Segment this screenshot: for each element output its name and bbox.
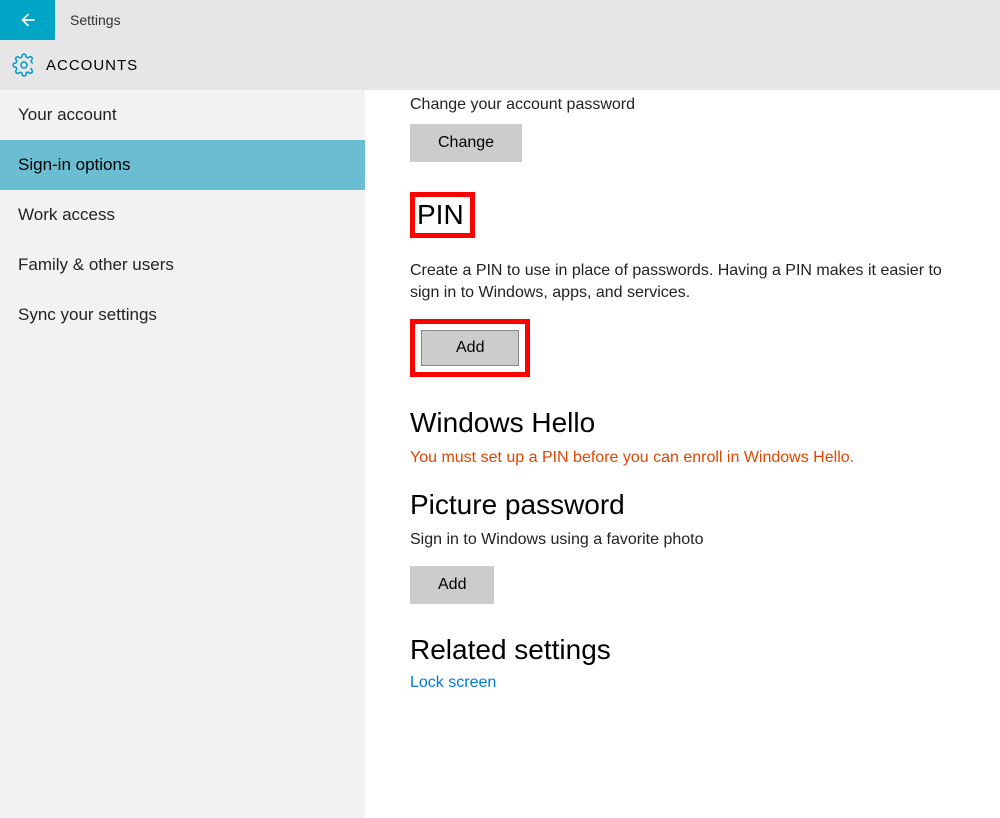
sidebar-item-label: Your account (18, 105, 117, 124)
back-button[interactable] (0, 0, 55, 40)
section-title: ACCOUNTS (46, 57, 138, 74)
related-settings-section: Related settings Lock screen (410, 634, 975, 692)
sidebar-item-family-other-users[interactable]: Family & other users (0, 240, 365, 290)
sidebar-item-sign-in-options[interactable]: Sign-in options (0, 140, 365, 190)
pin-button-highlight: Add (410, 319, 530, 377)
add-picture-password-button[interactable]: Add (410, 566, 494, 604)
header: Settings ACCOUNTS (0, 0, 1000, 90)
picture-password-desc: Sign in to Windows using a favorite phot… (410, 529, 975, 551)
lock-screen-link[interactable]: Lock screen (410, 674, 496, 692)
add-pin-button[interactable]: Add (421, 330, 519, 366)
window-title: Settings (70, 12, 121, 28)
sidebar-item-label: Work access (18, 205, 115, 224)
sidebar-item-label: Sign-in options (18, 155, 130, 174)
picture-password-heading: Picture password (410, 489, 975, 521)
sidebar-item-work-access[interactable]: Work access (0, 190, 365, 240)
password-desc: Change your account password (410, 96, 975, 114)
password-section: Change your account password Change (410, 96, 975, 162)
sidebar-item-sync-settings[interactable]: Sync your settings (0, 290, 365, 340)
hello-warning: You must set up a PIN before you can enr… (410, 447, 975, 469)
hello-section: Windows Hello You must set up a PIN befo… (410, 407, 975, 469)
header-top: Settings (0, 0, 1000, 40)
hello-heading: Windows Hello (410, 407, 975, 439)
sidebar-item-your-account[interactable]: Your account (0, 90, 365, 140)
pin-heading: PIN (417, 199, 464, 231)
gear-icon (12, 53, 36, 77)
picture-password-section: Picture password Sign in to Windows usin… (410, 489, 975, 603)
related-settings-heading: Related settings (410, 634, 975, 666)
change-password-button[interactable]: Change (410, 124, 522, 162)
sidebar: Your account Sign-in options Work access… (0, 90, 365, 818)
back-arrow-icon (18, 10, 38, 30)
pin-section: PIN Create a PIN to use in place of pass… (410, 192, 975, 377)
header-bottom: ACCOUNTS (0, 40, 1000, 90)
sidebar-item-label: Family & other users (18, 255, 174, 274)
content-wrapper: Your account Sign-in options Work access… (0, 90, 1000, 818)
pin-desc: Create a PIN to use in place of password… (410, 260, 975, 305)
main-content: Change your account password Change PIN … (365, 90, 1000, 818)
pin-heading-highlight: PIN (410, 192, 475, 238)
sidebar-item-label: Sync your settings (18, 305, 157, 324)
